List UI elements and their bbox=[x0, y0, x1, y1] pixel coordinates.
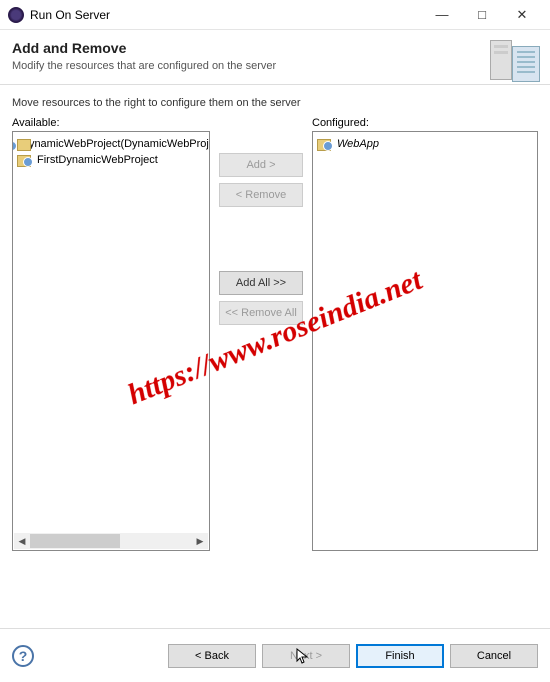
configured-listbox[interactable]: WebApp bbox=[312, 131, 538, 551]
add-button[interactable]: Add > bbox=[219, 153, 303, 177]
next-button[interactable]: Next > bbox=[262, 644, 350, 668]
page-subtitle: Modify the resources that are configured… bbox=[12, 60, 538, 72]
content-area: Move resources to the right to configure… bbox=[0, 85, 550, 563]
configured-label: Configured: bbox=[312, 117, 538, 129]
maximize-button[interactable]: □ bbox=[462, 3, 502, 27]
finish-button[interactable]: Finish bbox=[356, 644, 444, 668]
wizard-footer: ? < Back Next > Finish Cancel bbox=[0, 628, 550, 682]
scroll-left-arrow[interactable]: ◀ bbox=[14, 533, 30, 549]
cancel-button[interactable]: Cancel bbox=[450, 644, 538, 668]
list-item[interactable]: WebApp bbox=[315, 136, 535, 152]
add-all-button[interactable]: Add All >> bbox=[219, 271, 303, 295]
list-item[interactable]: FirstDynamicWebProject bbox=[15, 152, 207, 168]
list-item-label: FirstDynamicWebProject bbox=[37, 154, 158, 166]
titlebar: Run On Server ― □ ✕ bbox=[0, 0, 550, 30]
instruction-text: Move resources to the right to configure… bbox=[12, 97, 538, 109]
close-button[interactable]: ✕ bbox=[502, 3, 542, 27]
list-item-label: DynamicWebProject(DynamicWebProject) bbox=[21, 138, 210, 150]
list-item-label: WebApp bbox=[337, 138, 379, 150]
project-icon bbox=[17, 153, 33, 167]
server-banner-icon bbox=[488, 38, 540, 86]
wizard-header: Add and Remove Modify the resources that… bbox=[0, 30, 550, 85]
scroll-right-arrow[interactable]: ▶ bbox=[192, 533, 208, 549]
page-title: Add and Remove bbox=[12, 40, 538, 56]
list-item[interactable]: DynamicWebProject(DynamicWebProject) bbox=[15, 136, 207, 152]
remove-button[interactable]: < Remove bbox=[219, 183, 303, 207]
back-button[interactable]: < Back bbox=[168, 644, 256, 668]
remove-all-button[interactable]: << Remove All bbox=[219, 301, 303, 325]
project-icon bbox=[317, 137, 333, 151]
window-title: Run On Server bbox=[30, 8, 110, 22]
available-listbox[interactable]: DynamicWebProject(DynamicWebProject) Fir… bbox=[12, 131, 210, 551]
horizontal-scrollbar[interactable]: ◀ ▶ bbox=[14, 533, 208, 549]
help-icon[interactable]: ? bbox=[12, 645, 34, 667]
scroll-thumb[interactable] bbox=[30, 534, 120, 548]
eclipse-icon bbox=[8, 7, 24, 23]
available-label: Available: bbox=[12, 117, 210, 129]
minimize-button[interactable]: ― bbox=[422, 3, 462, 27]
